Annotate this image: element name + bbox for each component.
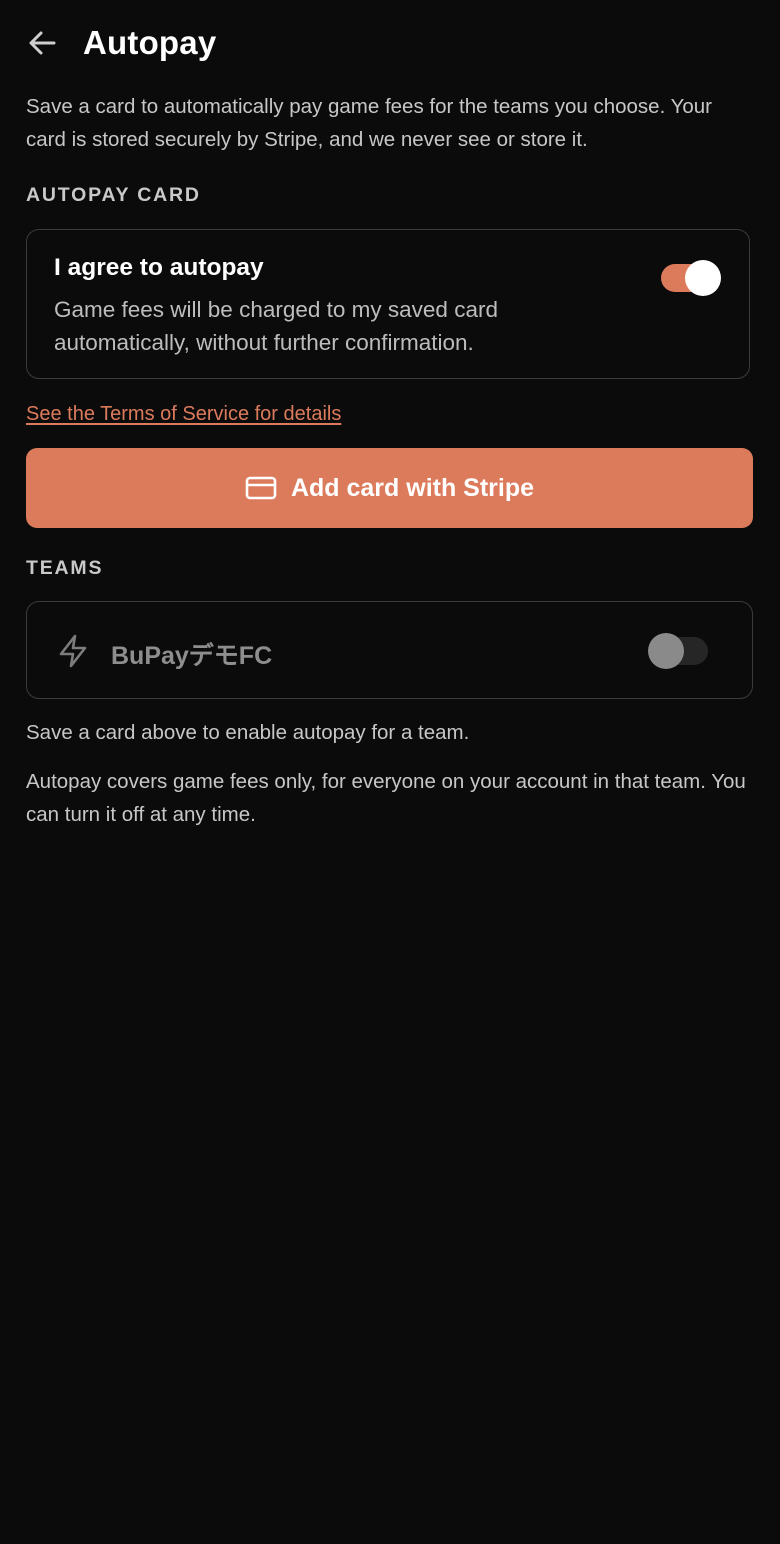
team-row: BuPayデモFC [26, 601, 753, 699]
toggle-knob [685, 260, 721, 296]
agree-description: Game fees will be charged to my saved ca… [54, 297, 498, 355]
add-card-with-stripe-button[interactable]: Add card with Stripe [26, 448, 753, 528]
page-title: Autopay [83, 24, 217, 61]
team-autopay-toggle[interactable] [648, 633, 708, 669]
agree-title: I agree to autopay [54, 254, 264, 281]
autopay-agreement-card: I agree to autopay Game fees will be cha… [26, 229, 750, 379]
teams-hint: Save a card above to enable autopay for … [26, 721, 470, 744]
section-label-autopay-card: AUTOPAY CARD [26, 184, 201, 206]
intro-text: Save a card to automatically pay game fe… [26, 95, 713, 151]
arrow-left-icon [29, 31, 56, 55]
credit-card-icon [245, 476, 277, 500]
add-card-label: Add card with Stripe [290, 473, 535, 502]
lightning-bolt-icon [55, 633, 91, 674]
section-label-teams: TEAMS [26, 557, 104, 579]
toggle-knob [648, 633, 684, 669]
footer-note: Autopay covers game fees only, for every… [26, 770, 746, 826]
team-name: BuPayデモFC [111, 642, 273, 670]
terms-of-service-link[interactable]: See the Terms of Service for details [26, 403, 341, 426]
header: Autopay [26, 18, 216, 68]
back-button[interactable] [26, 18, 66, 68]
autopay-agree-toggle[interactable] [661, 260, 721, 296]
